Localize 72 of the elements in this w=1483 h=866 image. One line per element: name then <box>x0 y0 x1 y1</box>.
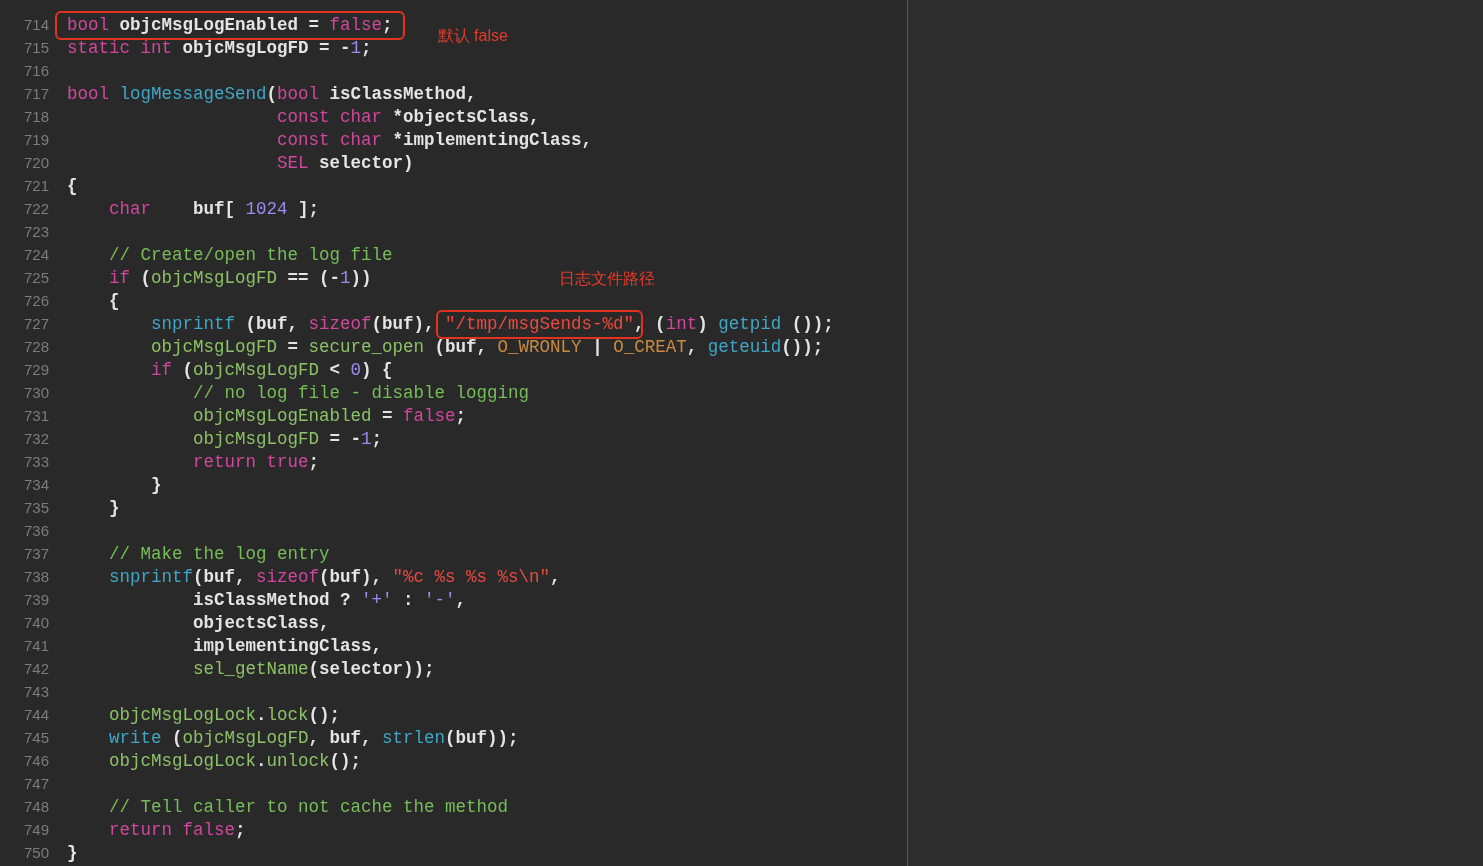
code-line: isClassMethod ? '+' : '-', <box>192 589 467 613</box>
line-number: 726 <box>22 291 49 312</box>
code-line: // Make the log entry <box>108 543 330 567</box>
code-line: objcMsgLogFD = secure_open (buf, O_WRONLY | O_CREAT, geteuid()); <box>150 336 824 360</box>
line-number: 741 <box>22 636 49 657</box>
code-line: sel_getName(selector)); <box>192 658 435 682</box>
code-line: { <box>108 290 120 314</box>
annotation-note: 默认 false <box>437 26 508 46</box>
code-line: // Create/open the log file <box>108 244 393 268</box>
line-number: 735 <box>22 498 49 519</box>
line-number: 739 <box>22 590 49 611</box>
line-number: 733 <box>22 452 49 473</box>
code-line: { <box>67 175 78 199</box>
line-number: 731 <box>22 406 49 427</box>
code-line: return false; <box>108 819 246 843</box>
code-text: , (int) getpid ()); <box>634 313 834 337</box>
line-number: 729 <box>22 360 49 381</box>
line-number: 734 <box>22 475 49 496</box>
code-line: objcMsgLogLock.lock(); <box>108 704 341 728</box>
line-number: 717 <box>22 84 49 105</box>
line-number: 744 <box>22 705 49 726</box>
code-line: objcMsgLogLock.unlock(); <box>108 750 362 774</box>
line-number: 718 <box>22 107 49 128</box>
line-number: 730 <box>22 383 49 404</box>
line-number: 746 <box>22 751 49 772</box>
code-line: implementingClass, <box>192 635 383 659</box>
code-line: bool logMessageSend(bool isClassMethod, <box>67 83 477 107</box>
line-number: 721 <box>22 176 49 197</box>
code-line: } <box>108 497 120 521</box>
line-number: 737 <box>22 544 49 565</box>
line-number: 722 <box>22 199 49 220</box>
line-number: 732 <box>22 429 49 450</box>
line-number: 728 <box>22 337 49 358</box>
code-line: } <box>150 474 162 498</box>
line-number: 719 <box>22 130 49 151</box>
code-line: objcMsgLogEnabled = false; <box>192 405 467 429</box>
code-line: snprintf(buf, sizeof(buf), "%c %s %s %s\n", <box>108 566 561 590</box>
code-line: return true; <box>192 451 320 475</box>
code-text: snprintf (buf, sizeof(buf), <box>150 313 436 337</box>
annotation-note: 日志文件路径 <box>558 268 655 289</box>
code-line: objectsClass, <box>192 612 330 636</box>
line-number: 720 <box>22 153 49 174</box>
line-number: 738 <box>22 567 49 588</box>
code-line: if (objcMsgLogFD < 0) { <box>150 359 393 383</box>
code-line: const char *objectsClass, <box>276 106 540 130</box>
code-line: // no log file - disable logging <box>192 382 530 406</box>
line-number: 714 <box>22 15 49 36</box>
line-number: 727 <box>22 314 49 335</box>
line-number: 747 <box>22 774 49 795</box>
code-line: // Tell caller to not cache the method <box>108 796 509 820</box>
line-number: 716 <box>22 61 49 82</box>
line-number: 749 <box>22 820 49 841</box>
line-number: 748 <box>22 797 49 818</box>
line-number: 742 <box>22 659 49 680</box>
line-number: 736 <box>22 521 49 542</box>
code-line: const char *implementingClass, <box>276 129 593 153</box>
line-number: 724 <box>22 245 49 266</box>
line-number: 743 <box>22 682 49 703</box>
line-number: 750 <box>22 843 49 864</box>
code-line: char buf[ 1024 ]; <box>108 198 320 222</box>
code-line: static int objcMsgLogFD = -1; <box>67 37 372 61</box>
code-line: objcMsgLogFD = -1; <box>192 428 383 452</box>
line-number: 740 <box>22 613 49 634</box>
line-number: 725 <box>22 268 49 289</box>
line-number: 745 <box>22 728 49 749</box>
code-line: write (objcMsgLogFD, buf, strlen(buf)); <box>108 727 519 751</box>
code-line: SEL selector) <box>276 152 414 176</box>
highlight-box: bool objcMsgLogEnabled = false; <box>55 11 405 40</box>
line-number: 723 <box>22 222 49 243</box>
line-number: 715 <box>22 38 49 59</box>
code-line: } <box>67 842 78 866</box>
code-line: if (objcMsgLogFD == (-1)) <box>108 267 372 291</box>
